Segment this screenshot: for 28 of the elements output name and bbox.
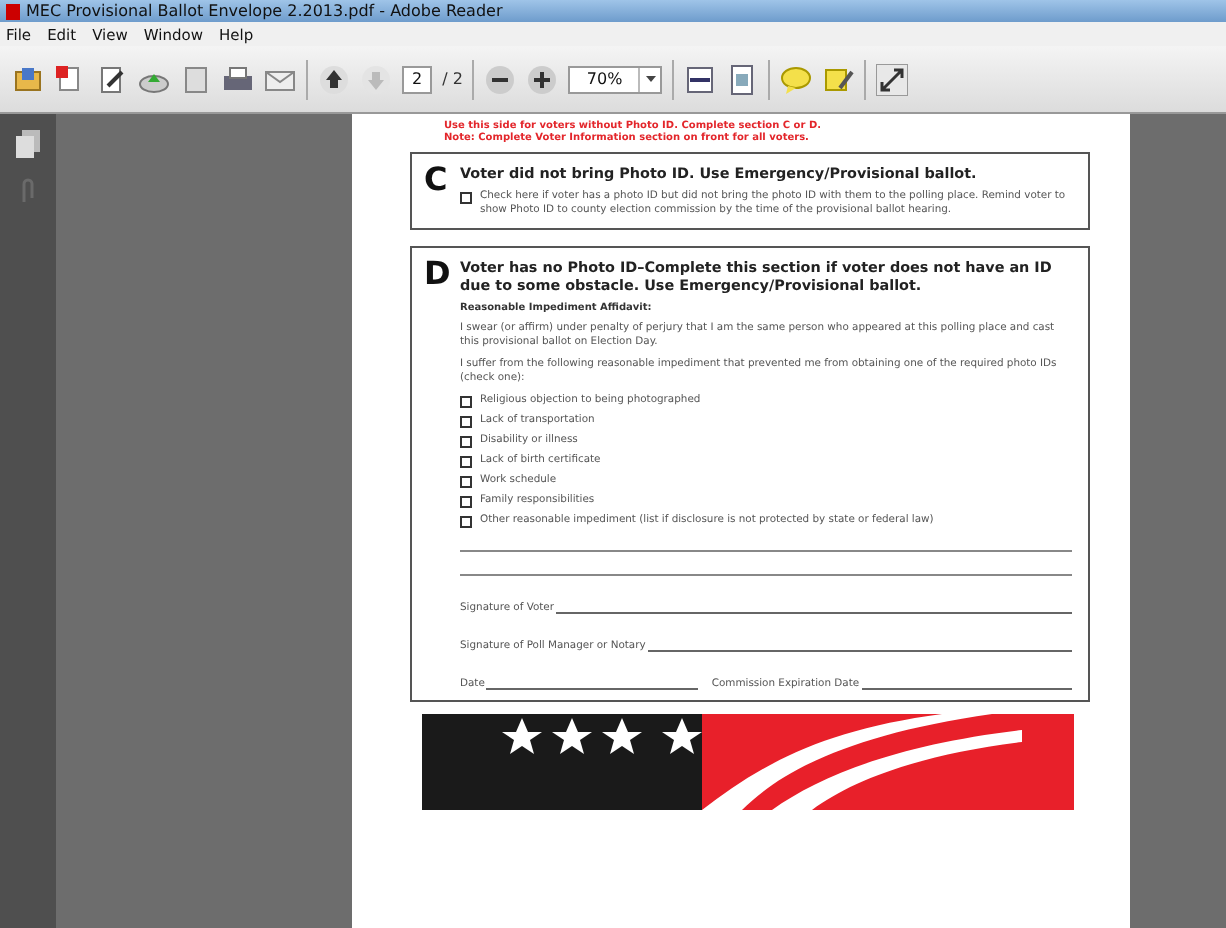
- fit-page-icon[interactable]: [726, 63, 759, 95]
- folder-icon[interactable]: [12, 63, 44, 95]
- window-title: MEC Provisional Ballot Envelope 2.2013.pdf - Adobe Reader: [26, 0, 503, 22]
- section-letter: C: [424, 164, 450, 202]
- highlight-icon[interactable]: [822, 63, 855, 95]
- checkbox[interactable]: [460, 396, 472, 408]
- page-number-field[interactable]: 2: [402, 65, 433, 93]
- section-letter: D: [424, 258, 452, 296]
- print-icon[interactable]: [222, 63, 254, 95]
- paperclip-icon[interactable]: [18, 178, 38, 206]
- page-count: / 2: [442, 70, 463, 88]
- zoom-out-icon[interactable]: [484, 63, 517, 95]
- fit-width-icon[interactable]: [684, 63, 717, 95]
- checkbox[interactable]: [460, 516, 472, 528]
- save-icon[interactable]: [180, 63, 212, 95]
- checkbox[interactable]: [460, 192, 472, 204]
- pages-icon[interactable]: [16, 130, 40, 158]
- edit-icon[interactable]: [96, 63, 128, 95]
- checkbox[interactable]: [460, 416, 472, 428]
- zoom-in-icon[interactable]: [526, 63, 559, 95]
- pdf-icon: [6, 3, 20, 19]
- zoom-dropdown[interactable]: 70%: [568, 65, 663, 93]
- checkbox[interactable]: [460, 496, 472, 508]
- expand-icon[interactable]: [876, 63, 909, 95]
- caret-icon: [645, 76, 656, 82]
- checkbox[interactable]: [460, 436, 472, 448]
- checkbox[interactable]: [460, 476, 472, 488]
- checkbox[interactable]: [460, 456, 472, 468]
